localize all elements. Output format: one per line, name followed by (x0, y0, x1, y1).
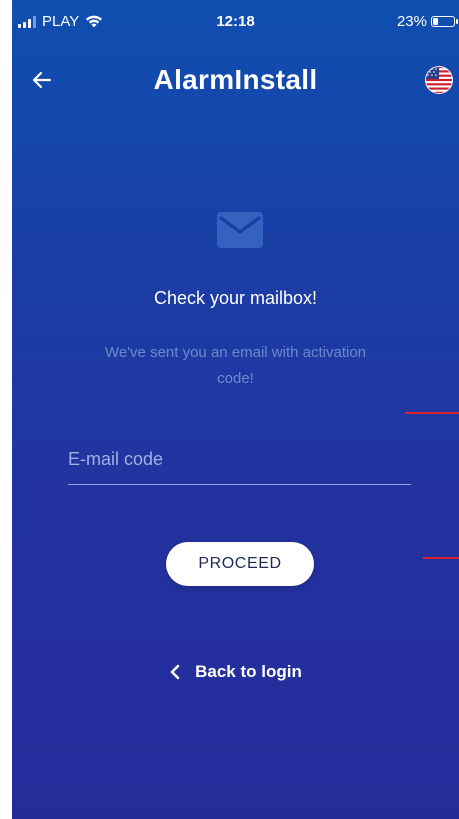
proceed-button[interactable]: PROCEED (166, 542, 314, 586)
battery-icon (431, 16, 458, 27)
battery-fill (433, 18, 439, 25)
annotation-mark (405, 412, 459, 414)
email-code-input[interactable] (68, 444, 411, 474)
email-code-field[interactable] (68, 438, 411, 485)
status-right: 23% (396, 13, 458, 30)
check-mailbox-heading: Check your mailbox! (153, 288, 318, 308)
app-title: AlarmInstall (153, 64, 318, 95)
us-flag-icon[interactable] (425, 66, 453, 94)
status-bar: PLAY 12:18 23% (12, 0, 459, 44)
app-screen: PLAY 12:18 23% AlarmInstall Check your m… (12, 0, 459, 819)
activation-subtitle: We've sent you an email with activation … (104, 344, 367, 387)
battery-percent: 23% (396, 13, 427, 30)
status-time: 12:18 (216, 13, 255, 30)
annotation-mark (423, 557, 459, 559)
envelope-icon (217, 212, 263, 248)
back-to-login-link[interactable]: Back to login (12, 662, 459, 682)
chevron-left-icon (170, 664, 180, 680)
back-to-login-label: Back to login (195, 662, 302, 681)
app-header: AlarmInstall (12, 58, 459, 102)
